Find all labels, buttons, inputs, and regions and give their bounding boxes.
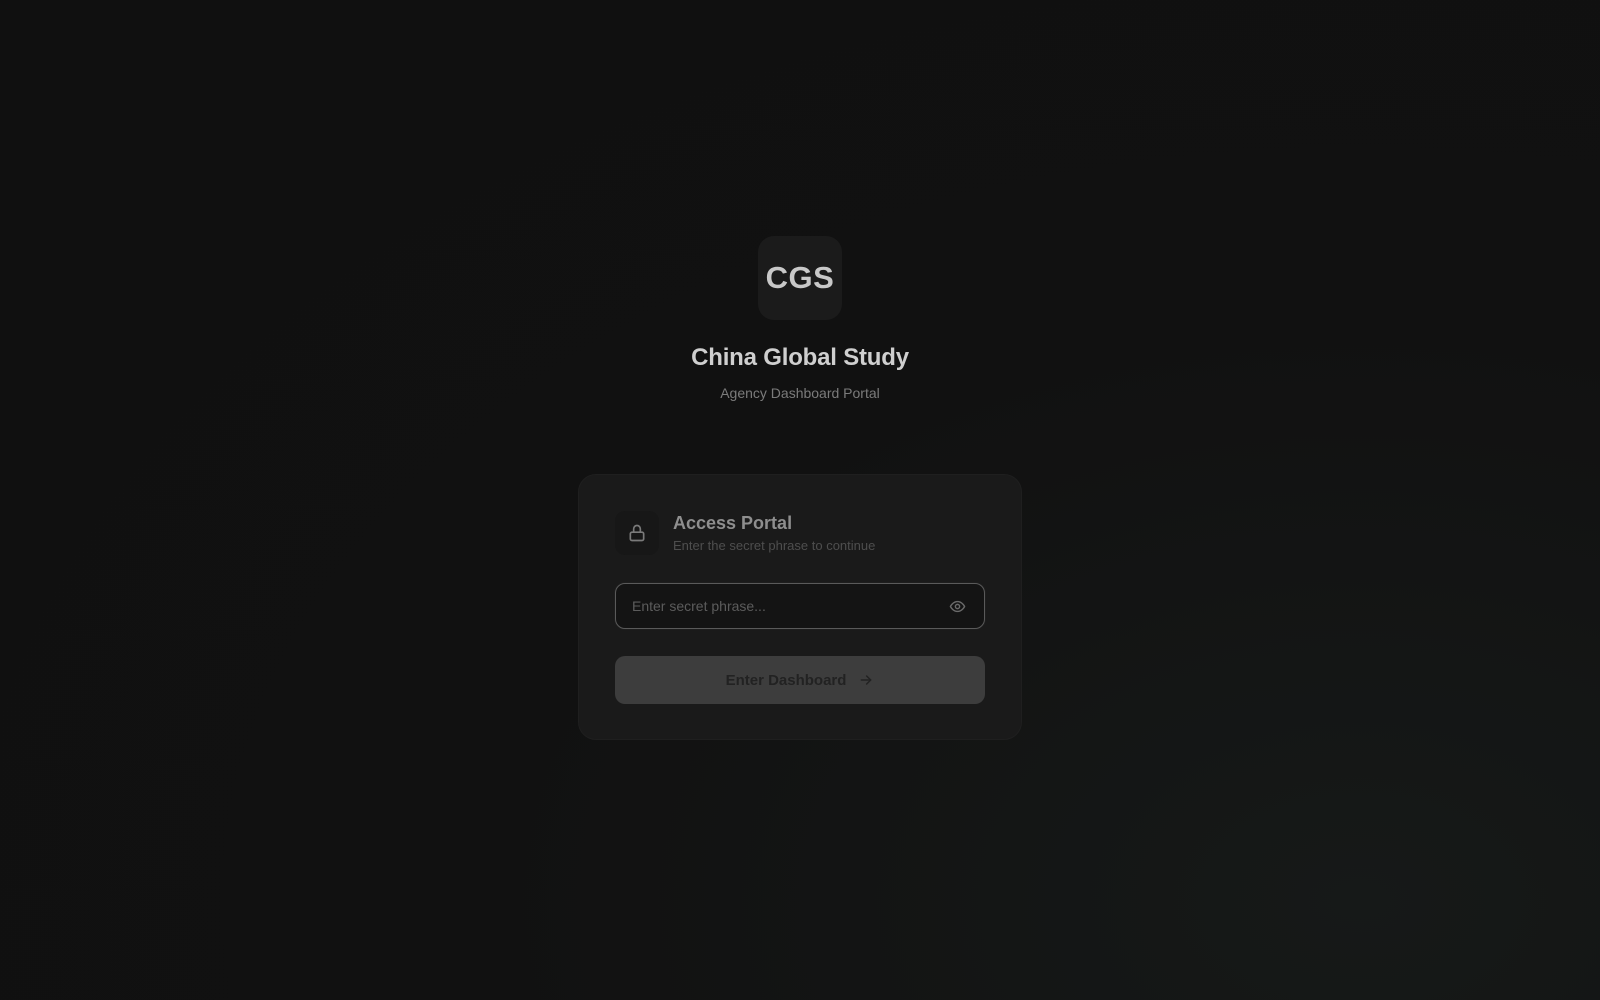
logo-text: CGS <box>765 260 835 295</box>
card-title: Access Portal <box>673 513 793 533</box>
lock-icon <box>629 524 645 542</box>
logo: CGS <box>758 236 842 320</box>
access-card: Access Portal Enter the secret phrase to… <box>578 474 1022 740</box>
secret-phrase-field <box>615 583 985 629</box>
lock-icon-container <box>615 511 659 555</box>
card-header: Access Portal Enter the secret phrase to… <box>615 511 985 555</box>
brand-header: CGS China Global Study Agency Dashboard … <box>0 236 1600 401</box>
card-header-text: Access Portal Enter the secret phrase to… <box>673 513 875 553</box>
eye-icon <box>949 600 965 612</box>
secret-phrase-input[interactable] <box>632 598 946 614</box>
arrow-right-icon <box>858 672 874 688</box>
app-title: China Global Study <box>691 344 909 371</box>
enter-dashboard-label: Enter Dashboard <box>725 671 847 689</box>
app-subtitle: Agency Dashboard Portal <box>720 385 880 401</box>
enter-dashboard-button[interactable]: Enter Dashboard <box>615 656 985 704</box>
toggle-visibility-button[interactable] <box>946 595 968 617</box>
card-subtitle: Enter the secret phrase to continue <box>673 538 876 553</box>
